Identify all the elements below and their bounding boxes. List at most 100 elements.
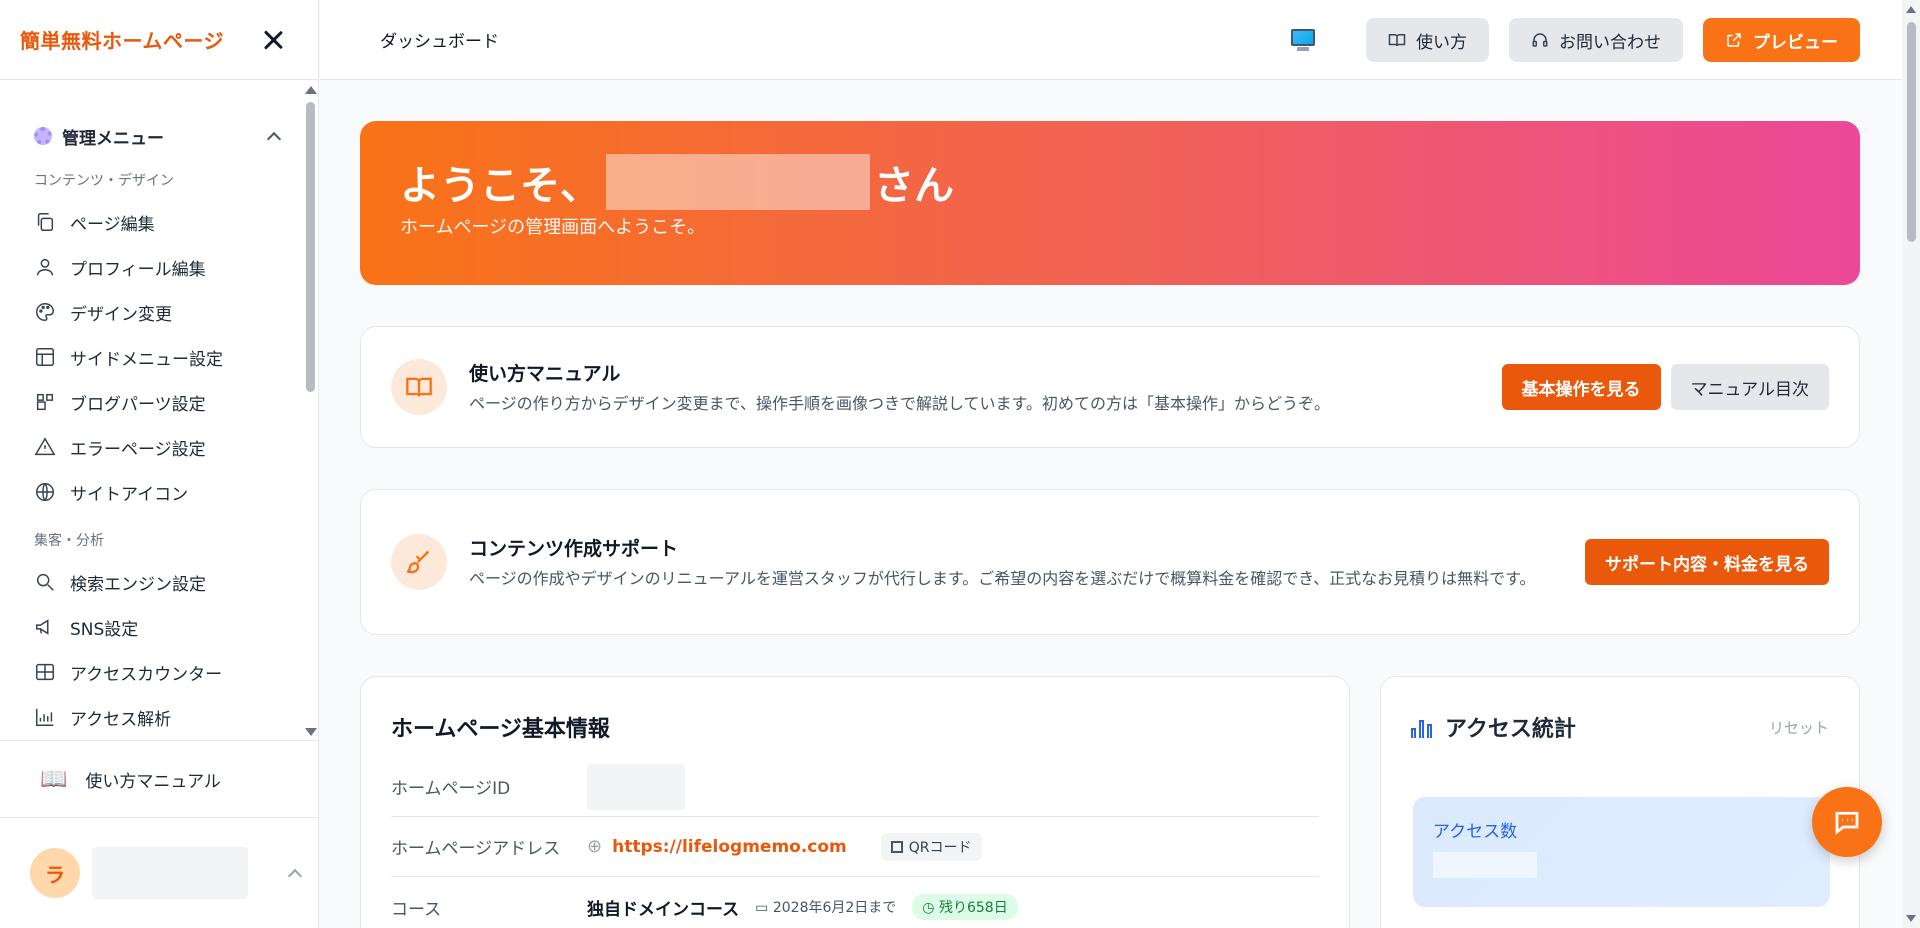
support-pricing-button[interactable]: サポート内容・料金を見る xyxy=(1585,539,1829,585)
monitor-icon[interactable] xyxy=(1290,27,1316,53)
scroll-down-arrow-icon[interactable] xyxy=(305,728,317,736)
breadcrumb: ダッシュボード xyxy=(380,32,499,52)
user-menu[interactable]: ラ xyxy=(0,818,319,928)
page-scrollbar[interactable] xyxy=(1902,0,1920,928)
sidebar-item-design-change[interactable]: デザイン変更 xyxy=(34,294,284,330)
user-icon xyxy=(34,256,56,278)
sidebar-scroll-thumb[interactable] xyxy=(306,102,315,392)
howto-label: 使い方 xyxy=(1416,32,1467,53)
sidebar-item-label: SNS設定 xyxy=(70,619,139,640)
user-name-redacted xyxy=(92,847,248,899)
preview-label: プレビュー xyxy=(1753,32,1838,53)
sidebar-item-label: アクセス解析 xyxy=(70,709,172,730)
sidebar-item-label: デザイン変更 xyxy=(70,304,172,325)
sidebar-item-label: プロフィール編集 xyxy=(70,259,206,280)
site-id-label: ホームページID xyxy=(391,779,511,799)
scroll-up-arrow-icon[interactable] xyxy=(1906,6,1916,13)
access-stats-card: アクセス統計 リセット アクセス数 xyxy=(1380,676,1860,928)
page-scroll-thumb[interactable] xyxy=(1907,22,1916,242)
sidebar-item-seo[interactable]: 検索エンジン設定 xyxy=(34,564,284,600)
sidebar-item-profile-edit[interactable]: プロフィール編集 xyxy=(34,249,284,285)
course-row: コース 独自ドメインコース ▭ 2028年6月2日まで ◷ 残り658日 xyxy=(391,877,1319,928)
sidebar-item-site-icon[interactable]: サイトアイコン xyxy=(34,474,284,510)
layout-icon xyxy=(34,346,56,368)
manual-index-button[interactable]: マニュアル目次 xyxy=(1670,364,1829,410)
grid-icon xyxy=(34,661,56,683)
sidebar-item-error-page[interactable]: エラーページ設定 xyxy=(34,429,284,465)
sidebar-item-label: 検索エンジン設定 xyxy=(70,574,206,595)
qr-code-button[interactable]: QRコード xyxy=(880,832,982,861)
admin-menu-toggle[interactable]: 管理メニュー xyxy=(34,120,282,152)
scroll-up-arrow-icon[interactable] xyxy=(305,86,317,94)
nav-group-marketing: 集客・分析 xyxy=(34,533,104,549)
megaphone-icon xyxy=(34,616,56,638)
user-name-redacted xyxy=(606,154,870,210)
howto-button[interactable]: 使い方 xyxy=(1366,18,1489,62)
site-info-card: ホームページ基本情報 ホームページID ホームページアドレス ⊕ https:/… xyxy=(360,676,1350,928)
palette-icon xyxy=(34,301,56,323)
qr-icon xyxy=(890,840,903,853)
reset-button[interactable]: リセット xyxy=(1769,717,1829,738)
sidebar-item-access-analysis[interactable]: アクセス解析 xyxy=(34,699,284,735)
sidebar-item-label: サイトアイコン xyxy=(70,484,189,505)
topbar-actions: 使い方 お問い合わせ プレビュー xyxy=(1290,18,1860,62)
remaining-badge: ◷ 残り658日 xyxy=(912,894,1018,920)
close-sidebar-icon[interactable] xyxy=(260,27,286,53)
globe-icon xyxy=(34,481,56,503)
welcome-suffix: さん xyxy=(874,163,954,209)
scroll-down-arrow-icon[interactable] xyxy=(1906,915,1916,922)
welcome-banner: ようこそ、 さん ホームページの管理画面へようこそ。 xyxy=(360,121,1860,285)
preview-button[interactable]: プレビュー xyxy=(1703,18,1860,62)
globe-icon: ⊕ xyxy=(587,836,603,857)
sidebar-manual-link[interactable]: 📖 使い方マニュアル xyxy=(0,740,319,818)
book-open-icon xyxy=(1388,34,1406,47)
welcome-subtitle: ホームページの管理画面へようこそ。 xyxy=(400,217,706,238)
book-icon: 📖 xyxy=(40,766,68,792)
sidebar-item-sns[interactable]: SNS設定 xyxy=(34,609,284,645)
manual-card-title: 使い方マニュアル xyxy=(469,362,621,385)
support-card-title: コンテンツ作成サポート xyxy=(469,537,679,560)
sidebar-item-label: エラーページ設定 xyxy=(70,439,206,460)
avatar: ラ xyxy=(30,848,80,898)
welcome-greeting: ようこそ、 xyxy=(400,163,600,209)
qr-label: QRコード xyxy=(908,839,972,856)
contact-label: お問い合わせ xyxy=(1559,32,1661,53)
chevron-up-icon xyxy=(266,131,282,147)
contact-button[interactable]: お問い合わせ xyxy=(1509,18,1683,62)
chat-button[interactable] xyxy=(1812,787,1882,857)
manual-card: 使い方マニュアル ページの作り方からデザイン変更まで、操作手順を画像つきで解説し… xyxy=(360,326,1860,448)
blocks-icon xyxy=(34,391,56,413)
site-info-title: ホームページ基本情報 xyxy=(391,717,610,742)
manual-link-label: 使い方マニュアル xyxy=(85,771,221,792)
sidebar-item-blog-parts[interactable]: ブログパーツ設定 xyxy=(34,384,284,420)
sidebar-item-label: アクセスカウンター xyxy=(70,664,223,685)
warning-icon xyxy=(34,436,56,458)
sidebar-item-side-menu[interactable]: サイドメニュー設定 xyxy=(34,339,284,375)
sidebar-item-page-edit[interactable]: ページ編集 xyxy=(34,204,284,240)
nav-group-content-design: コンテンツ・デザイン xyxy=(34,173,174,189)
expiry-date: ▭ 2028年6月2日まで xyxy=(755,900,897,916)
sidebar-scrollbar[interactable] xyxy=(302,82,318,740)
sidebar-nav: 管理メニュー コンテンツ・デザイン ページ編集 プロフィール編集 デザイン変更 … xyxy=(0,80,319,740)
chevron-up-icon[interactable] xyxy=(287,868,303,884)
topbar: ダッシュボード 使い方 お問い合わせ プレビュー xyxy=(320,0,1902,80)
external-link-icon xyxy=(1727,33,1741,47)
brand-logo[interactable]: 簡単無料ホームページ xyxy=(20,25,224,54)
access-count-label: アクセス数 xyxy=(1433,822,1518,842)
chat-icon xyxy=(1835,811,1859,835)
sidebar-item-label: サイドメニュー設定 xyxy=(70,349,223,370)
brush-icon xyxy=(391,534,447,590)
access-stats-header: アクセス統計 リセット xyxy=(1411,711,1829,743)
gear-icon xyxy=(34,127,52,145)
copy-icon xyxy=(34,211,56,233)
site-url-link[interactable]: https://lifelogmemo.com xyxy=(612,837,847,857)
sidebar-item-access-counter[interactable]: アクセスカウンター xyxy=(34,654,284,690)
site-id-redacted xyxy=(587,763,685,810)
support-card: コンテンツ作成サポート ページの作成やデザインのリニューアルを運営スタッフが代行… xyxy=(360,489,1860,635)
remaining-text: 残り658日 xyxy=(938,900,1008,916)
sidebar-item-label: ブログパーツ設定 xyxy=(70,394,206,415)
basic-operations-button[interactable]: 基本操作を見る xyxy=(1501,364,1661,410)
chart-icon xyxy=(34,706,56,728)
manual-card-desc: ページの作り方からデザイン変更まで、操作手順を画像つきで解説しています。初めての… xyxy=(469,393,1330,413)
course-label: コース xyxy=(391,899,442,920)
